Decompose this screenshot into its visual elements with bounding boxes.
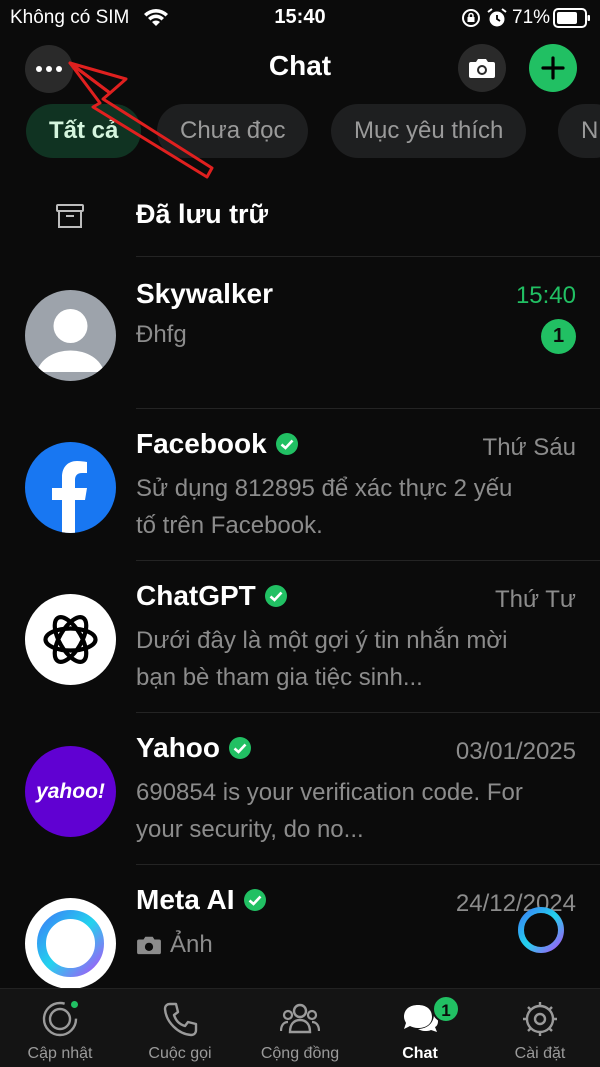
meta-ai-button[interactable] (514, 903, 568, 957)
battery-icon (553, 8, 590, 28)
archived-row[interactable]: Đã lưu trữ (0, 178, 600, 252)
chat-time: Thứ Sáu (482, 434, 576, 461)
chat-row-yahoo[interactable]: yahoo! Yahoo 03/01/2025 690854 is your v… (0, 712, 600, 864)
nav-updates[interactable]: Cập nhật (0, 989, 120, 1067)
chat-row-facebook[interactable]: Facebook Thứ Sáu Sử dụng 812895 để xác t… (0, 408, 600, 560)
meta-ai-ring-icon (518, 907, 564, 953)
chat-row-meta-ai[interactable]: Meta AI 24/12/2024 Ảnh (0, 864, 600, 988)
filter-chips: Tất cả Chưa đọc Mục yêu thích N (0, 104, 600, 160)
yahoo-logo-text: yahoo! (36, 779, 105, 803)
chat-time: 03/01/2025 (455, 738, 576, 765)
archive-icon (56, 204, 84, 228)
camera-button[interactable] (458, 44, 506, 92)
nav-label: Chat (402, 1045, 438, 1062)
updates-dot (69, 999, 80, 1010)
chat-preview: Dưới đây là một gợi ý tin nhắn mời bạn b… (136, 627, 508, 691)
avatar-default (25, 290, 116, 381)
nav-label: Cập nhật (27, 1045, 93, 1062)
plus-icon (541, 56, 565, 80)
nav-communities[interactable]: Cộng đồng (240, 989, 360, 1067)
nav-label: Cài đặt (514, 1045, 566, 1062)
divider (136, 256, 600, 257)
chat-name: Skywalker (136, 278, 273, 309)
settings-icon (523, 1002, 557, 1036)
archived-label: Đã lưu trữ (136, 199, 269, 229)
community-icon (280, 1003, 320, 1034)
meta-ai-logo-icon (25, 898, 116, 988)
divider (136, 712, 600, 713)
divider (136, 864, 600, 865)
filter-all[interactable]: Tất cả (26, 104, 142, 158)
camera-icon (469, 59, 495, 78)
chat-preview: Ảnh (136, 926, 536, 963)
header: Chat (0, 40, 600, 100)
unread-badge: 1 (541, 319, 576, 354)
nav-chats[interactable]: 1 Chat (360, 989, 480, 1067)
chat-row-chatgpt[interactable]: ChatGPT Thứ Tư Dưới đây là một gợi ý tin… (0, 560, 600, 712)
chat-preview: Đhfg (136, 321, 187, 348)
rotation-lock-icon (462, 9, 480, 27)
status-bar: Không có SIM 15:40 71% (0, 0, 600, 36)
yahoo-logo-icon: yahoo! (25, 746, 116, 837)
facebook-logo-icon (25, 442, 116, 533)
verified-icon (264, 585, 287, 607)
page-title: Chat (268, 50, 332, 81)
bottom-nav: Cập nhật Cuộc gọi Cộng đồng 1 Chat Cài đ… (0, 988, 600, 1067)
filter-favorites[interactable]: Mục yêu thích (331, 104, 527, 158)
divider (136, 560, 600, 561)
divider (136, 408, 600, 409)
person-icon (37, 309, 104, 372)
nav-label: Cuộc gọi (148, 1045, 212, 1062)
chatgpt-logo-icon (25, 594, 116, 685)
filter-more[interactable]: N (558, 104, 600, 158)
facebook-f-icon (52, 461, 87, 533)
chat-name: Facebook (136, 428, 299, 460)
nav-settings[interactable]: Cài đặt (480, 989, 600, 1067)
nav-calls[interactable]: Cuộc gọi (120, 989, 240, 1067)
chat-name: ChatGPT (136, 580, 288, 612)
verified-icon (243, 889, 266, 911)
new-chat-button[interactable] (529, 44, 577, 92)
chat-row-skywalker[interactable]: Skywalker 15:40 Đhfg 1 (0, 256, 600, 408)
photo-icon (137, 936, 161, 954)
nav-label: Cộng đồng (260, 1045, 340, 1062)
chat-name: Meta AI (136, 884, 267, 916)
chat-preview: Sử dụng 812895 để xác thực 2 yếu tố trên… (136, 475, 513, 539)
chats-unread-badge: 1 (432, 995, 460, 1023)
chat-name: Yahoo (136, 732, 252, 764)
verified-icon (229, 737, 252, 759)
chat-time: Thứ Tư (494, 586, 576, 613)
phone-icon (163, 1002, 198, 1037)
openai-knot-icon (43, 615, 98, 664)
alarm-icon (487, 8, 507, 27)
battery-percent: 71% (512, 7, 551, 28)
chat-time: 15:40 (515, 282, 576, 309)
chat-preview: 690854 is your verification code. For yo… (136, 779, 523, 843)
meta-ai-ring-icon (37, 910, 104, 977)
filter-unread[interactable]: Chưa đọc (157, 104, 309, 158)
verified-icon (275, 433, 298, 455)
clock: 15:40 (274, 6, 326, 28)
